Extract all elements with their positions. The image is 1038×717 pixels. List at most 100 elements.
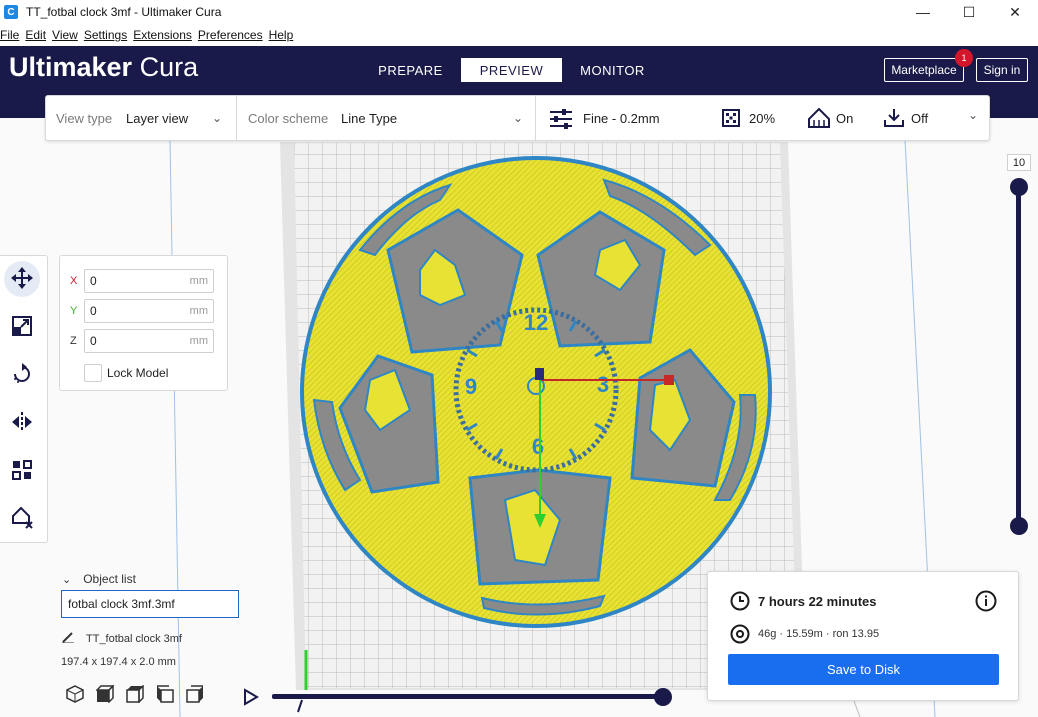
z-position-row: Z 0 mm (70, 329, 214, 353)
view-type-dropdown[interactable]: View type Layer view ⌄ (46, 96, 237, 140)
tab-prepare[interactable]: PREPARE (360, 58, 461, 82)
scale-tool-button[interactable] (4, 309, 40, 345)
chevron-down-icon: ⌄ (968, 108, 979, 122)
menu-edit[interactable]: Edit (25, 28, 46, 42)
app-logo: Ultimaker Cura (9, 52, 199, 82)
stage-tabs: PREPARE PREVIEW MONITOR (360, 58, 663, 82)
window-title-bar: C TT_fotbal clock 3mf - Ultimaker Cura —… (0, 0, 1038, 24)
cube-top-icon (126, 683, 144, 706)
cube-front-icon (95, 683, 115, 706)
rotate-tool-button[interactable] (4, 357, 40, 393)
object-list-header: Object list (83, 572, 136, 586)
view-top-button[interactable] (120, 683, 150, 706)
object-name: TT_fotbal clock 3mf (86, 632, 182, 645)
per-model-settings-button[interactable] (4, 453, 40, 489)
y-position-input[interactable]: 0 mm (84, 299, 214, 323)
z-axis-label: Z (70, 335, 77, 347)
save-to-disk-button[interactable]: Save to Disk (728, 654, 999, 685)
cube-3d-icon (66, 684, 84, 706)
move-gizmo-z-handle[interactable] (535, 368, 544, 380)
view-type-label: View type (56, 110, 113, 126)
cura-app-icon: C (4, 5, 18, 19)
view-settings-bar: View type Layer view ⌄ Color scheme Line… (45, 95, 990, 141)
print-information-panel: 7 hours 22 minutes 46g · 15.59m · ron 13… (707, 571, 1019, 701)
play-simulation-button[interactable] (243, 688, 259, 709)
marketplace-button[interactable]: Marketplace (884, 58, 964, 82)
layer-number-input[interactable]: 10 (1007, 154, 1031, 171)
object-name-row[interactable]: TT_fotbal clock 3mf (62, 631, 182, 646)
camera-view-buttons (60, 683, 210, 706)
color-scheme-dropdown[interactable]: Color scheme Line Type ⌄ (237, 96, 536, 140)
support-blocker-button[interactable] (4, 501, 40, 537)
dial-numeral-9: 9 (465, 374, 477, 399)
clock-icon (730, 591, 750, 614)
dial-numeral-3: 3 (597, 372, 609, 397)
print-time: 7 hours 22 minutes (758, 594, 877, 609)
dial-numeral-12: 12 (524, 310, 548, 335)
play-icon (243, 688, 259, 709)
menu-preferences[interactable]: Preferences (198, 28, 263, 42)
mirror-icon (11, 411, 33, 435)
z-position-input[interactable]: 0 mm (84, 329, 214, 353)
y-position-row: Y 0 mm (70, 299, 214, 323)
path-slider-track[interactable] (272, 694, 662, 699)
material-estimate: 46g · 15.59m · ron 13.95 (758, 628, 880, 640)
view-front-button[interactable] (90, 683, 120, 706)
view-type-value: Layer view (126, 110, 189, 126)
info-icon[interactable] (975, 590, 997, 615)
menu-extensions[interactable]: Extensions (133, 28, 192, 42)
menu-view[interactable]: View (52, 28, 78, 42)
object-list-item[interactable]: fotbal clock 3mf.3mf (61, 590, 239, 618)
view-3d-button[interactable] (60, 684, 90, 706)
adhesion-icon (884, 108, 904, 131)
lock-model-label: Lock Model (107, 366, 169, 380)
object-list-toggle[interactable]: ⌄ Object list (62, 572, 136, 586)
cube-right-icon (186, 684, 204, 706)
x-position-input[interactable]: 0 mm (84, 269, 214, 293)
view-right-button[interactable] (180, 684, 210, 706)
support-icon (808, 107, 830, 131)
support-value: On (836, 111, 854, 126)
spool-icon (730, 624, 750, 647)
layer-slider-lower-handle[interactable] (1010, 517, 1028, 535)
chevron-down-icon: ⌄ (62, 573, 72, 586)
infill-value: 20% (749, 111, 776, 126)
profile-value: Fine - 0.2mm (583, 111, 660, 126)
chevron-down-icon: ⌄ (212, 111, 223, 125)
print-settings-selector[interactable]: Fine - 0.2mm 20% On Off ⌄ (536, 96, 989, 140)
color-scheme-value: Line Type (341, 110, 398, 126)
color-scheme-label: Color scheme (248, 110, 329, 126)
support-blocker-icon (11, 506, 33, 532)
move-gizmo-x-handle[interactable] (664, 375, 674, 385)
tab-preview[interactable]: PREVIEW (461, 58, 562, 82)
per-model-settings-icon (12, 459, 32, 483)
checkbox-box[interactable] (84, 364, 102, 382)
minimize-button[interactable]: — (900, 0, 946, 24)
menu-bar: File Edit View Settings Extensions Prefe… (0, 24, 1038, 46)
mirror-tool-button[interactable] (4, 405, 40, 441)
y-axis-label: Y (70, 305, 78, 317)
move-icon (11, 266, 33, 292)
rotate-icon (11, 362, 33, 388)
menu-file[interactable]: File (0, 28, 19, 42)
infill-icon (722, 109, 740, 130)
layer-slider-upper-handle[interactable] (1010, 178, 1028, 196)
adhesion-value: Off (911, 111, 929, 126)
lock-model-checkbox[interactable]: Lock Model (84, 364, 168, 382)
sign-in-button[interactable]: Sign in (976, 58, 1028, 82)
move-tool-button[interactable] (4, 261, 40, 297)
maximize-button[interactable]: ☐ (946, 0, 992, 24)
cube-left-icon (156, 684, 174, 706)
close-button[interactable]: ✕ (992, 0, 1038, 24)
model-tools-bar (0, 255, 48, 543)
layer-slider-track[interactable] (1016, 186, 1021, 526)
menu-help[interactable]: Help (269, 28, 294, 42)
tab-monitor[interactable]: MONITOR (562, 58, 663, 82)
path-slider-handle[interactable] (654, 688, 672, 706)
window-title: TT_fotbal clock 3mf - Ultimaker Cura (26, 5, 222, 19)
x-position-row: X 0 mm (70, 269, 214, 293)
sliders-icon (550, 109, 572, 132)
menu-settings[interactable]: Settings (84, 28, 127, 42)
view-left-button[interactable] (150, 684, 180, 706)
x-axis-label: X (70, 275, 78, 287)
